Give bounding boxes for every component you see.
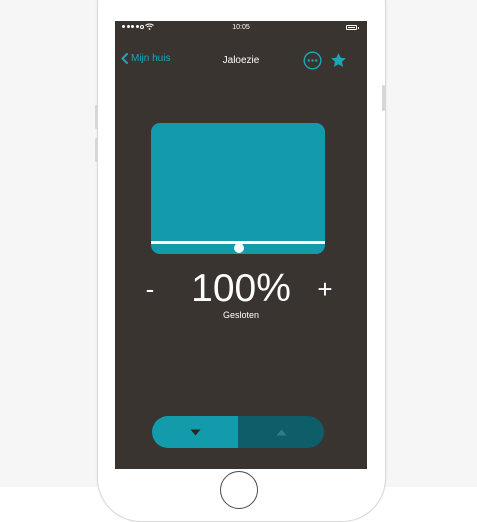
arrow-up-icon xyxy=(276,429,286,435)
open-blind-button[interactable] xyxy=(238,416,324,448)
open-close-toggle xyxy=(152,416,324,448)
star-icon[interactable] xyxy=(330,52,347,69)
status-time: 10:05 xyxy=(232,24,250,31)
navigation-bar: Mijn huis Jaloezie xyxy=(115,49,367,73)
power-button xyxy=(382,85,385,111)
decrease-button[interactable]: - xyxy=(140,274,160,304)
more-options-icon[interactable] xyxy=(303,51,322,70)
arrow-down-icon xyxy=(190,429,200,435)
blind-drag-handle[interactable] xyxy=(234,243,244,253)
position-status: Gesloten xyxy=(222,310,260,320)
close-blind-button[interactable] xyxy=(152,416,238,448)
status-bar: 10:05 xyxy=(115,21,367,35)
position-value: 100% xyxy=(191,267,291,310)
app-screen: 10:05 Mijn huis Jaloezie - 100% + Geslot… xyxy=(115,21,367,469)
volume-down-button xyxy=(95,138,98,162)
home-button[interactable] xyxy=(220,471,258,509)
volume-up-button xyxy=(95,105,98,129)
battery-icon xyxy=(346,25,359,30)
blind-visual xyxy=(151,123,325,254)
increase-button[interactable]: + xyxy=(313,274,337,304)
